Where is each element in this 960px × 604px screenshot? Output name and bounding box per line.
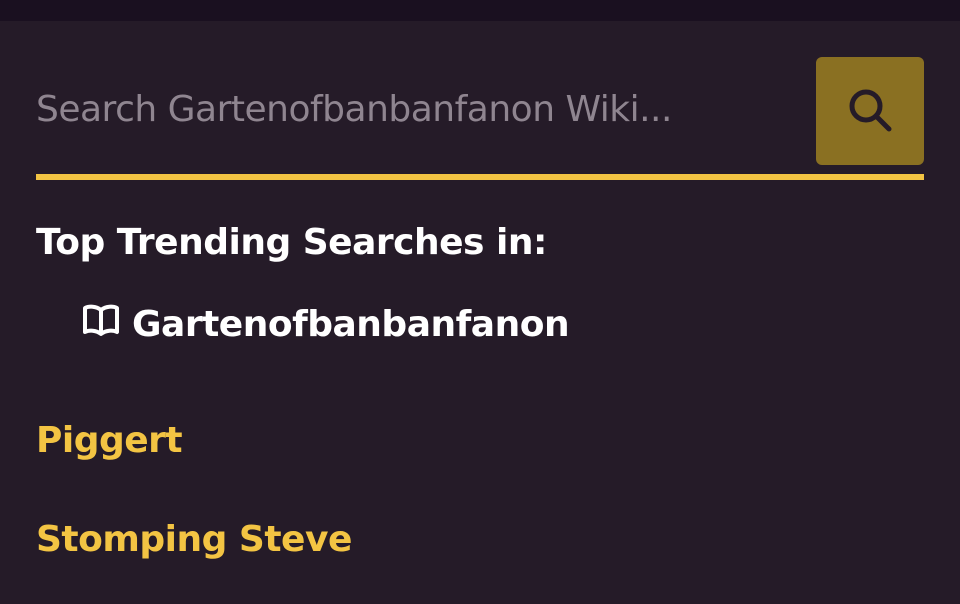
trending-heading: Top Trending Searches in: — [36, 222, 547, 263]
trending-item-stomping-steve[interactable]: Stomping Steve — [36, 519, 352, 560]
search-button[interactable] — [816, 57, 924, 165]
search-bar — [36, 57, 924, 181]
trending-item-piggert[interactable]: Piggert — [36, 420, 183, 461]
community-name: Gartenofbanbanfanon — [132, 304, 570, 345]
top-bar — [0, 0, 960, 21]
search-underline — [36, 174, 924, 180]
search-input[interactable] — [36, 57, 806, 165]
book-icon — [82, 303, 120, 346]
search-icon — [845, 85, 895, 138]
community-link[interactable]: Gartenofbanbanfanon — [82, 303, 570, 346]
